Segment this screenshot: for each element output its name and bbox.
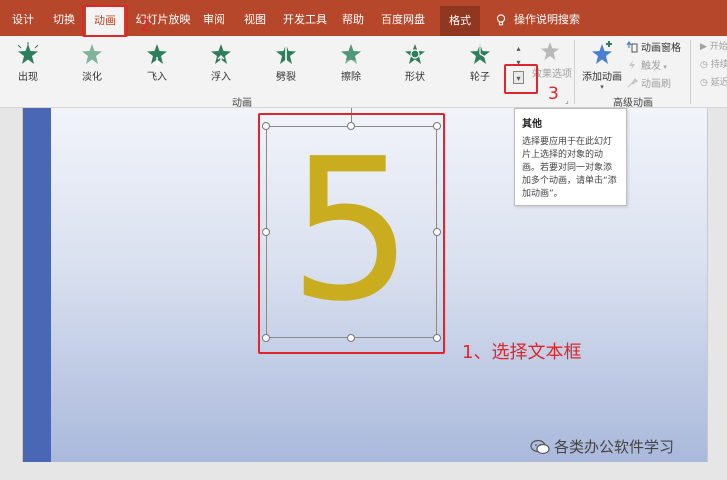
anim-label: 形状: [405, 72, 425, 83]
annotation-step1-text: 1、选择文本框: [462, 342, 582, 363]
dialog-launcher-icon[interactable]: ⌟: [565, 96, 569, 105]
anim-label: 擦除: [341, 72, 361, 83]
delay-label: 延迟: [710, 78, 727, 88]
appear-star-icon: [17, 42, 39, 64]
fly-in-star-icon: [147, 44, 167, 66]
wechat-icon: [530, 439, 550, 455]
anim-split[interactable]: 劈裂: [263, 42, 309, 83]
tell-me-search[interactable]: 操作说明搜索: [514, 0, 580, 36]
ribbon-animations: 出现 淡化 飞入 浮入 劈裂 擦除 形状 轮子 ▴ ▾ ▾ 动画 ⌟ 效果选项 …: [0, 36, 727, 109]
tab-transitions[interactable]: 切换: [48, 0, 80, 36]
trigger-icon: [629, 60, 635, 70]
add-animation-label: 添加动画: [582, 72, 622, 83]
anim-label: 出现: [18, 72, 38, 83]
animation-painter-icon: [627, 78, 638, 88]
anim-fly-in[interactable]: 飞入: [134, 42, 180, 83]
effect-options-star-icon: [540, 41, 560, 61]
tab-design[interactable]: 设计: [8, 0, 38, 36]
anim-label: 浮入: [211, 72, 231, 83]
tab-format[interactable]: 格式: [440, 6, 480, 36]
anim-wipe[interactable]: 擦除: [328, 42, 374, 83]
duration-option[interactable]: ◷ 持续: [700, 57, 727, 73]
anim-shape[interactable]: 形状: [392, 42, 438, 83]
group-separator: [574, 40, 575, 104]
wheel-star-icon: [470, 44, 490, 64]
delay-option[interactable]: ◷ 延迟: [700, 75, 727, 91]
tooltip-body: 选择要应用于在此幻灯片上选择的对象的动画。若要对同一对象添加多个动画，请单击“添…: [522, 137, 617, 199]
anim-label: 飞入: [147, 72, 167, 83]
duration-label: 持续: [710, 60, 727, 70]
add-animation-star-icon: [592, 41, 612, 64]
group-label-animation: 动画: [232, 98, 252, 109]
animation-pane-button[interactable]: 动画窗格: [626, 39, 681, 55]
anim-appear[interactable]: 出现: [5, 42, 51, 83]
tab-help[interactable]: 帮助: [338, 0, 368, 36]
trigger-label: 触发: [641, 61, 661, 72]
anim-wheel[interactable]: 轮子: [457, 42, 503, 83]
anim-label: 轮子: [470, 72, 490, 83]
start-label: 开始: [709, 42, 727, 52]
anim-label: 劈裂: [276, 72, 296, 83]
animation-painter-button[interactable]: 动画刷: [626, 75, 671, 91]
annotation-number-2: 2: [140, 16, 151, 36]
group-label-advanced: 高级动画: [613, 98, 653, 109]
slide-accent-bar: [23, 108, 51, 462]
clock-icon: ◷: [700, 60, 711, 70]
clock-icon: ◷: [700, 78, 711, 88]
start-option[interactable]: ▶ 开始: [700, 39, 727, 55]
annotation-box-textbox: [258, 113, 445, 354]
watermark-text: 各类办公软件学习: [554, 438, 675, 456]
animation-painter-label: 动画刷: [641, 79, 671, 90]
split-star-icon: [276, 44, 296, 64]
anim-float-in[interactable]: 浮入: [198, 42, 244, 83]
play-icon: ▶: [700, 42, 710, 52]
animation-pane-label: 动画窗格: [641, 43, 681, 54]
animation-pane-icon: [626, 41, 638, 53]
tab-developer[interactable]: 开发工具: [282, 0, 328, 36]
annotation-box-more-button: [504, 64, 538, 94]
gallery-scroll-up[interactable]: ▴: [513, 42, 524, 55]
annotation-box-animations-tab: [82, 5, 128, 37]
anim-label: 淡化: [82, 72, 102, 83]
float-in-star-icon: [211, 44, 231, 64]
tab-review[interactable]: 审阅: [199, 0, 229, 36]
trigger-button[interactable]: 触发 ▾: [626, 57, 667, 73]
anim-fade[interactable]: 淡化: [69, 42, 115, 83]
chevron-down-icon: ▾: [600, 83, 604, 91]
fade-star-icon: [82, 44, 102, 64]
lightbulb-icon: [496, 14, 506, 26]
group-separator: [690, 40, 691, 104]
tooltip-title: 其他: [522, 119, 542, 130]
annotation-number-3: 3: [548, 84, 559, 104]
tab-view[interactable]: 视图: [240, 0, 270, 36]
watermark: 各类办公软件学习: [530, 436, 674, 457]
more-tooltip: 其他 选择要应用于在此幻灯片上选择的对象的动画。若要对同一对象添加多个动画，请单…: [514, 108, 627, 206]
add-animation-button[interactable]: 添加动画 ▾: [580, 40, 624, 91]
tab-baidu-netdisk[interactable]: 百度网盘: [380, 0, 426, 36]
shape-star-icon: [405, 44, 425, 64]
wipe-star-icon: [341, 44, 361, 64]
